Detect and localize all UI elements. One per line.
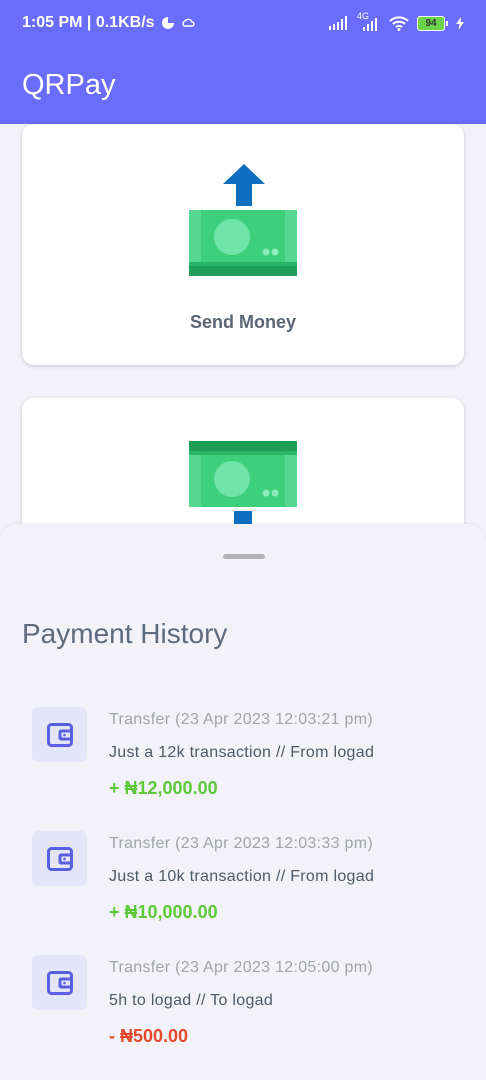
history-item-description: Just a 12k transaction // From logad [109, 744, 375, 761]
send-money-label: Send Money [189, 312, 296, 332]
wallet-icon-box [32, 955, 87, 1010]
status-bar: 1:05 PM | 0.1KB/s 4G 94 [0, 0, 486, 46]
payment-history-sheet[interactable]: Payment History Transfer (23 Apr 2023 12… [0, 524, 486, 1080]
wallet-icon [46, 722, 73, 747]
wallet-icon [46, 970, 73, 995]
charging-icon [456, 16, 464, 30]
wallet-icon [46, 846, 73, 871]
history-item[interactable]: Transfer (23 Apr 2023 12:05:00 pm) 5h to… [32, 955, 472, 1065]
history-item-description: 5h to logad // To logad [109, 992, 274, 1009]
history-item-amount: - ₦500.00 [109, 1026, 189, 1046]
history-item-meta: Transfer (23 Apr 2023 12:03:33 pm) [109, 835, 373, 852]
status-right: 4G 94 [329, 11, 464, 31]
up-arrow-icon [223, 164, 265, 206]
send-money-card[interactable]: Send Money [22, 124, 464, 365]
battery-level: 94 [425, 17, 437, 29]
battery-icon: 94 [417, 15, 448, 31]
history-item-description: Just a 10k transaction // From logad [109, 868, 375, 885]
payment-history-title: Payment History [22, 618, 228, 649]
history-item[interactable]: Transfer (23 Apr 2023 12:03:33 pm) Just … [32, 831, 472, 941]
history-item[interactable]: Transfer (23 Apr 2023 12:03:21 pm) Just … [32, 707, 472, 817]
sheet-drag-handle[interactable] [223, 554, 265, 559]
signal-4g-icon: 4G [357, 11, 381, 31]
wifi-icon [389, 15, 409, 31]
history-item-meta: Transfer (23 Apr 2023 12:03:21 pm) [109, 711, 373, 728]
history-item-amount: + ₦12,000.00 [109, 778, 218, 798]
signal-icon [329, 16, 347, 30]
status-time: 1:05 PM | 0.1KB/s [22, 14, 155, 31]
history-item-meta: Transfer (23 Apr 2023 12:05:00 pm) [109, 959, 373, 976]
app-title: QRPay [22, 68, 116, 101]
wallet-icon-box [32, 707, 87, 762]
app-bar: QRPay [0, 46, 486, 124]
cloud-icon [181, 18, 195, 27]
cash-icon [189, 210, 297, 276]
data-saver-icon [161, 17, 174, 29]
cash-icon [189, 441, 297, 507]
history-item-amount: + ₦10,000.00 [109, 902, 218, 922]
status-left: 1:05 PM | 0.1KB/s [22, 14, 195, 32]
wallet-icon-box [32, 831, 87, 886]
